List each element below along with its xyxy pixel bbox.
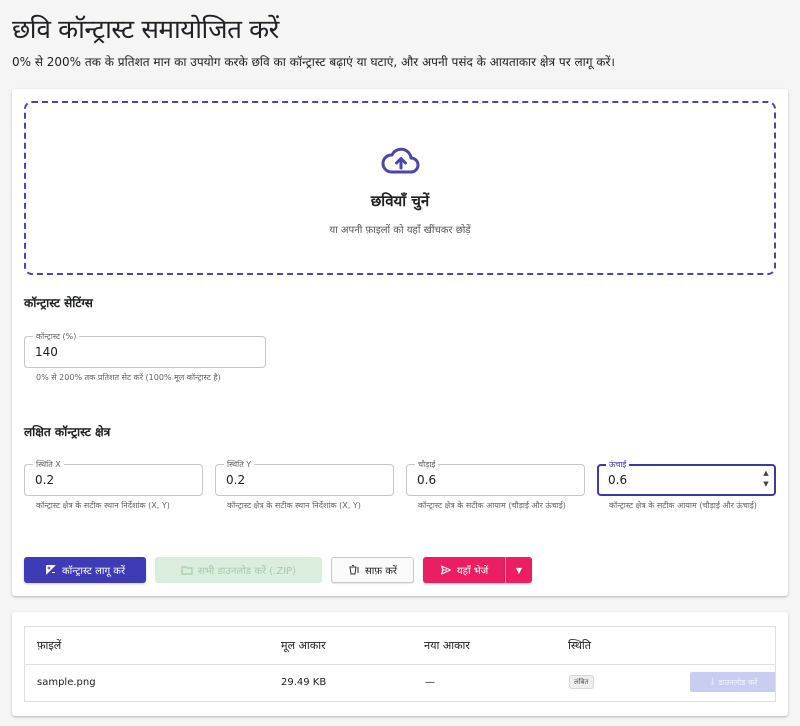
- header-new-size: नया आकार: [424, 639, 470, 652]
- height-stepper[interactable]: ▲ ▼: [761, 468, 771, 494]
- position-x-label: स्थिति X: [33, 459, 64, 470]
- clear-icon: [348, 564, 360, 576]
- position-y-field: स्थिति Y: [215, 459, 394, 496]
- height-input[interactable]: [608, 471, 753, 489]
- position-y-input[interactable]: [226, 471, 373, 489]
- send-icon: [440, 564, 452, 576]
- apply-contrast-label: कॉन्ट्रास्ट लागू करें: [61, 566, 126, 577]
- table-divider: [25, 664, 775, 665]
- position-y-helper: कॉन्ट्रास्ट क्षेत्र के सटीक स्थान निर्दे…: [227, 501, 361, 510]
- download-all-button[interactable]: सभी डाउनलोड करें (.ZIP): [155, 557, 322, 583]
- row-download-label: डाउनलोड करें: [718, 677, 758, 687]
- caret-down-icon: ▼: [515, 565, 523, 575]
- apply-contrast-button[interactable]: कॉन्ट्रास्ट लागू करें: [24, 557, 146, 583]
- position-x-helper: कॉन्ट्रास्ट क्षेत्र के सटीक स्थान निर्दे…: [36, 501, 170, 510]
- clear-label: साफ़ करें: [364, 566, 397, 577]
- download-all-label: सभी डाउनलोड करें (.ZIP): [197, 566, 297, 577]
- position-y-label: स्थिति Y: [224, 459, 255, 470]
- send-here-label: यहाँ भेजें: [456, 566, 489, 577]
- width-label: चौड़ाई: [415, 459, 439, 470]
- page-description: 0% से 200% तक के प्रतिशत मान का उपयोग कर…: [12, 55, 615, 69]
- files-table: फ़ाइलें मूल आकार नया आकार स्थिति sample.…: [24, 626, 776, 702]
- header-files: फ़ाइलें: [37, 639, 62, 652]
- contrast-settings-title: कॉन्ट्रास्ट सेटिंग्स: [24, 296, 93, 310]
- chevron-up-icon[interactable]: ▲: [761, 468, 771, 479]
- send-here-button[interactable]: यहाँ भेजें: [423, 557, 505, 583]
- height-helper: कॉन्ट्रास्ट क्षेत्र के सटीक आयाम (चौड़ाई…: [609, 501, 757, 510]
- send-options-dropdown-button[interactable]: ▼: [505, 557, 532, 583]
- width-input[interactable]: [417, 471, 564, 489]
- contrast-input[interactable]: [35, 343, 245, 361]
- new-size: —: [425, 677, 435, 688]
- height-field: ऊंचाई ▲ ▼: [597, 459, 776, 496]
- download-icon: ⤓: [710, 677, 715, 687]
- position-x-input[interactable]: [35, 471, 182, 489]
- width-helper: कॉन्ट्रास्ट क्षेत्र के सटीक आयाम (चौड़ाई…: [418, 501, 566, 510]
- height-label: ऊंचाई: [606, 459, 630, 470]
- folder-icon: [181, 564, 193, 576]
- dropzone-subtitle: या अपनी फ़ाइलों को यहाँ खींचकर छोड़ें: [329, 225, 471, 236]
- settings-card: छवियाँ चुनें या अपनी फ़ाइलों को यहाँ खीं…: [12, 89, 788, 596]
- contrast-icon: [45, 564, 57, 576]
- target-region-title: लक्षित कॉन्ट्रास्ट क्षेत्र: [24, 425, 111, 439]
- contrast-field-label: कॉन्ट्रास्ट (%): [33, 331, 80, 342]
- dropzone-title: छवियाँ चुनें: [370, 192, 430, 210]
- header-original-size: मूल आकार: [281, 639, 326, 652]
- cloud-upload-icon: [381, 145, 421, 177]
- contrast-helper: 0% से 200% तक प्रतिशत सेट करें (100% मूल…: [36, 373, 221, 382]
- file-name: sample.png: [37, 677, 96, 688]
- width-field: चौड़ाई: [406, 459, 585, 496]
- original-size: 29.49 KB: [281, 677, 327, 688]
- file-dropzone[interactable]: छवियाँ चुनें या अपनी फ़ाइलों को यहाँ खीं…: [24, 101, 776, 275]
- row-download-button[interactable]: ⤓ डाउनलोड करें: [690, 672, 775, 692]
- header-status: स्थिति: [568, 639, 592, 652]
- contrast-field: कॉन्ट्रास्ट (%): [24, 331, 266, 368]
- position-x-field: स्थिति X: [24, 459, 203, 496]
- status-badge: लंबित: [569, 675, 594, 689]
- clear-button[interactable]: साफ़ करें: [331, 557, 414, 583]
- page-title: छवि कॉन्ट्रास्ट समायोजित करें: [12, 15, 279, 45]
- chevron-down-icon[interactable]: ▼: [761, 479, 771, 490]
- files-card: फ़ाइलें मूल आकार नया आकार स्थिति sample.…: [12, 612, 788, 716]
